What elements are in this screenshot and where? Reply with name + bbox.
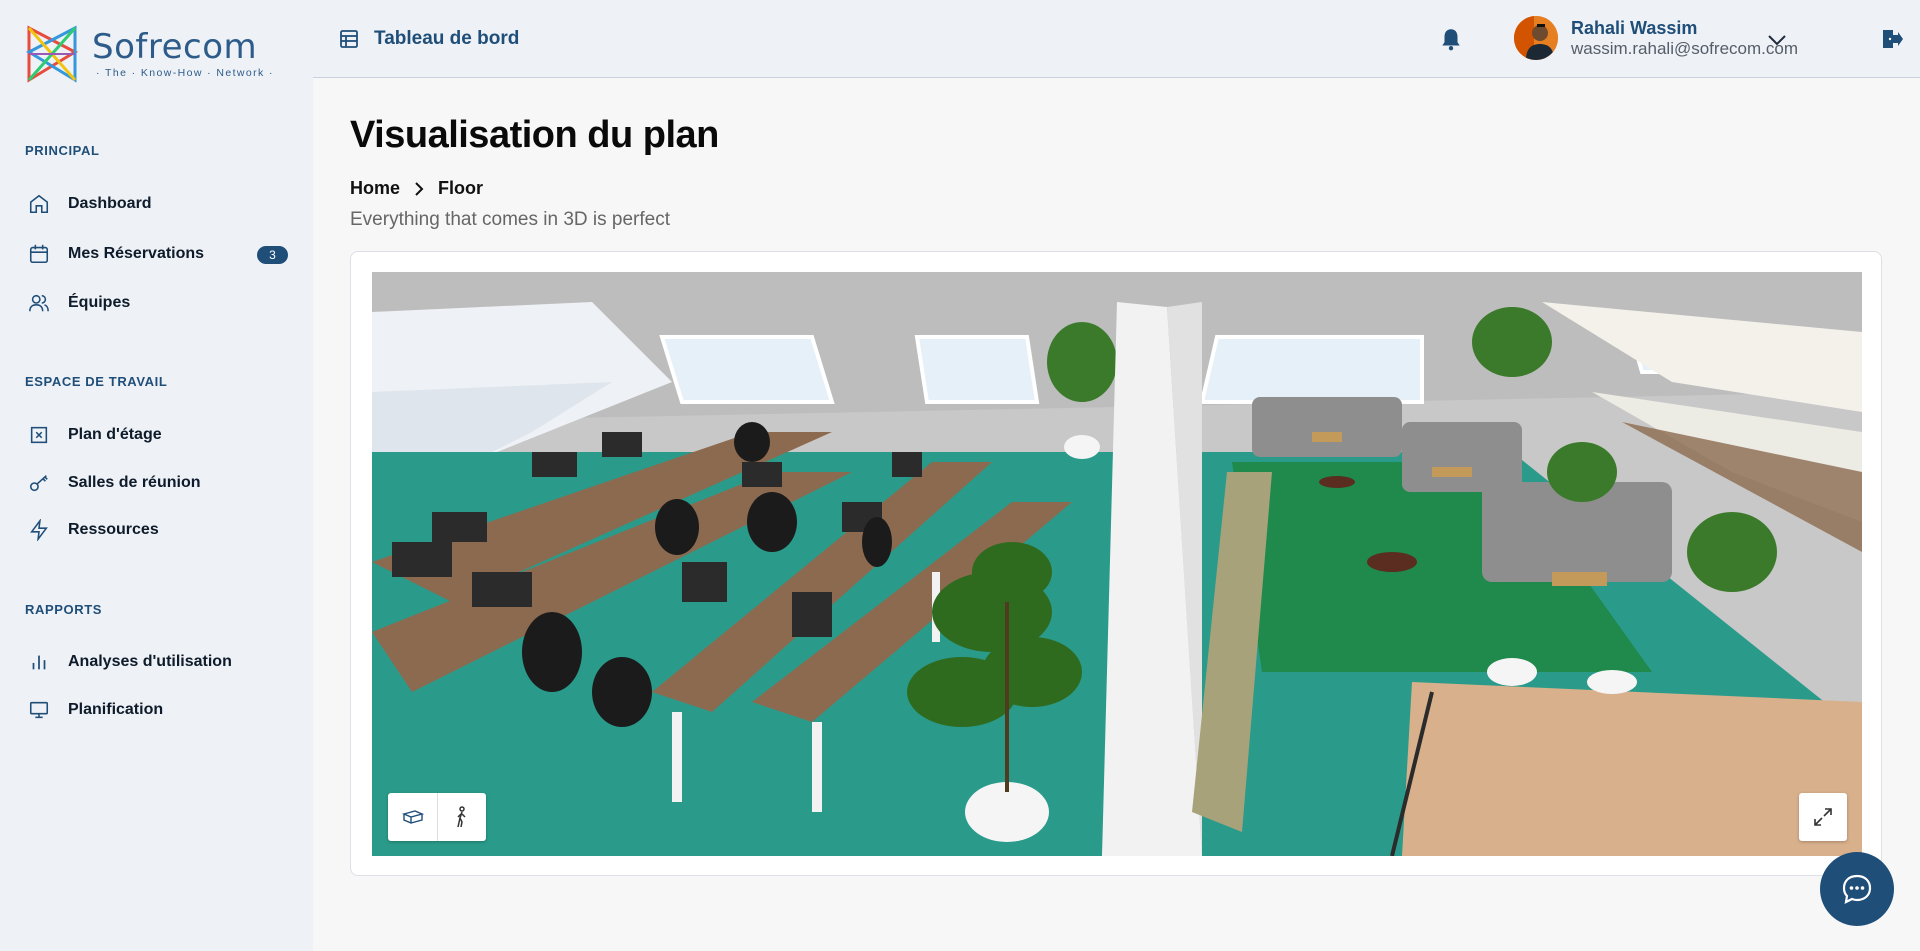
users-icon	[29, 294, 49, 312]
sidebar-item-mes-reservations[interactable]: Mes Réservations 3	[28, 237, 293, 271]
sidebar-item-label: Salles de réunion	[68, 474, 201, 491]
bolt-icon	[30, 519, 48, 541]
sidebar-item-planification[interactable]: Planification	[28, 693, 293, 727]
calendar-icon	[29, 244, 49, 264]
chevron-down-icon[interactable]	[1765, 30, 1789, 50]
sidebar-item-salles-de-reunion[interactable]: Salles de réunion	[28, 466, 293, 500]
sidebar-item-label: Ressources	[68, 521, 159, 538]
brand-tagline: · The · Know-How · Network ·	[96, 67, 274, 79]
section-title-principal: PRINCIPAL	[25, 143, 100, 158]
key-icon	[29, 475, 48, 492]
user-email: wassim.rahali@sofrecom.com	[1571, 39, 1798, 58]
sidebar-item-dashboard[interactable]: Dashboard	[28, 187, 293, 221]
sidebar-item-plan-etage[interactable]: Plan d'étage	[28, 418, 293, 452]
sidebar-item-label: Mes Réservations	[68, 245, 205, 262]
brand-name: Sofrecom	[92, 27, 258, 67]
reservations-count-badge: 3	[257, 246, 288, 264]
sidebar-item-ressources[interactable]: Ressources	[28, 513, 293, 547]
chat-button[interactable]	[1820, 852, 1894, 926]
top-header: Tableau de bord Rahali Wassim wassim.rah…	[313, 0, 1920, 78]
chevron-right-icon	[415, 181, 424, 196]
header-title: Tableau de bord	[339, 28, 519, 50]
sidebar-item-label: Dashboard	[68, 195, 152, 212]
floor-plan-icon	[30, 426, 48, 444]
floor-viewer-card	[350, 251, 1882, 876]
sofrecom-logo-icon	[25, 25, 79, 83]
user-name: Rahali Wassim	[1571, 18, 1698, 38]
header-title-text: Tableau de bord	[374, 28, 520, 49]
breadcrumb: Home Floor	[350, 178, 483, 199]
fullscreen-button[interactable]	[1799, 793, 1847, 841]
chat-bubble-icon	[1842, 874, 1872, 904]
home-icon	[29, 194, 49, 214]
sidebar-item-label: Planification	[68, 701, 164, 718]
avatar[interactable]	[1514, 16, 1558, 60]
sidebar-item-equipes[interactable]: Équipes	[28, 286, 293, 320]
expand-icon	[1814, 808, 1832, 826]
breadcrumb-home[interactable]: Home	[350, 178, 400, 199]
cube-view-icon	[401, 810, 424, 824]
sidebar-item-label: Équipes	[68, 294, 131, 311]
brand-logo[interactable]: Sofrecom · The · Know-How · Network ·	[25, 22, 274, 86]
walk-mode-button[interactable]	[437, 793, 486, 841]
sidebar-item-analyses[interactable]: Analyses d'utilisation	[28, 645, 293, 679]
logout-icon[interactable]	[1880, 27, 1904, 51]
view-3d-button[interactable]	[388, 793, 437, 841]
bar-chart-icon	[32, 655, 46, 670]
office-3d-render	[372, 272, 1862, 856]
section-title-espace-de-travail: ESPACE DE TRAVAIL	[25, 374, 168, 389]
bell-icon[interactable]	[1438, 26, 1464, 52]
view-mode-controls	[388, 793, 486, 841]
walking-person-icon	[457, 806, 466, 828]
floor-3d-viewer[interactable]	[372, 272, 1862, 856]
monitor-icon	[29, 701, 49, 719]
breadcrumb-floor: Floor	[438, 178, 484, 198]
sidebar-item-label: Plan d'étage	[68, 426, 162, 443]
section-title-rapports: RAPPORTS	[25, 602, 103, 617]
sidebar: Sofrecom · The · Know-How · Network · PR…	[0, 0, 313, 951]
page-title: Visualisation du plan	[350, 114, 719, 156]
user-photo-icon	[1514, 16, 1558, 60]
table-icon	[340, 30, 358, 48]
page-subtitle: Everything that comes in 3D is perfect	[350, 209, 670, 230]
sidebar-item-label: Analyses d'utilisation	[68, 653, 232, 670]
